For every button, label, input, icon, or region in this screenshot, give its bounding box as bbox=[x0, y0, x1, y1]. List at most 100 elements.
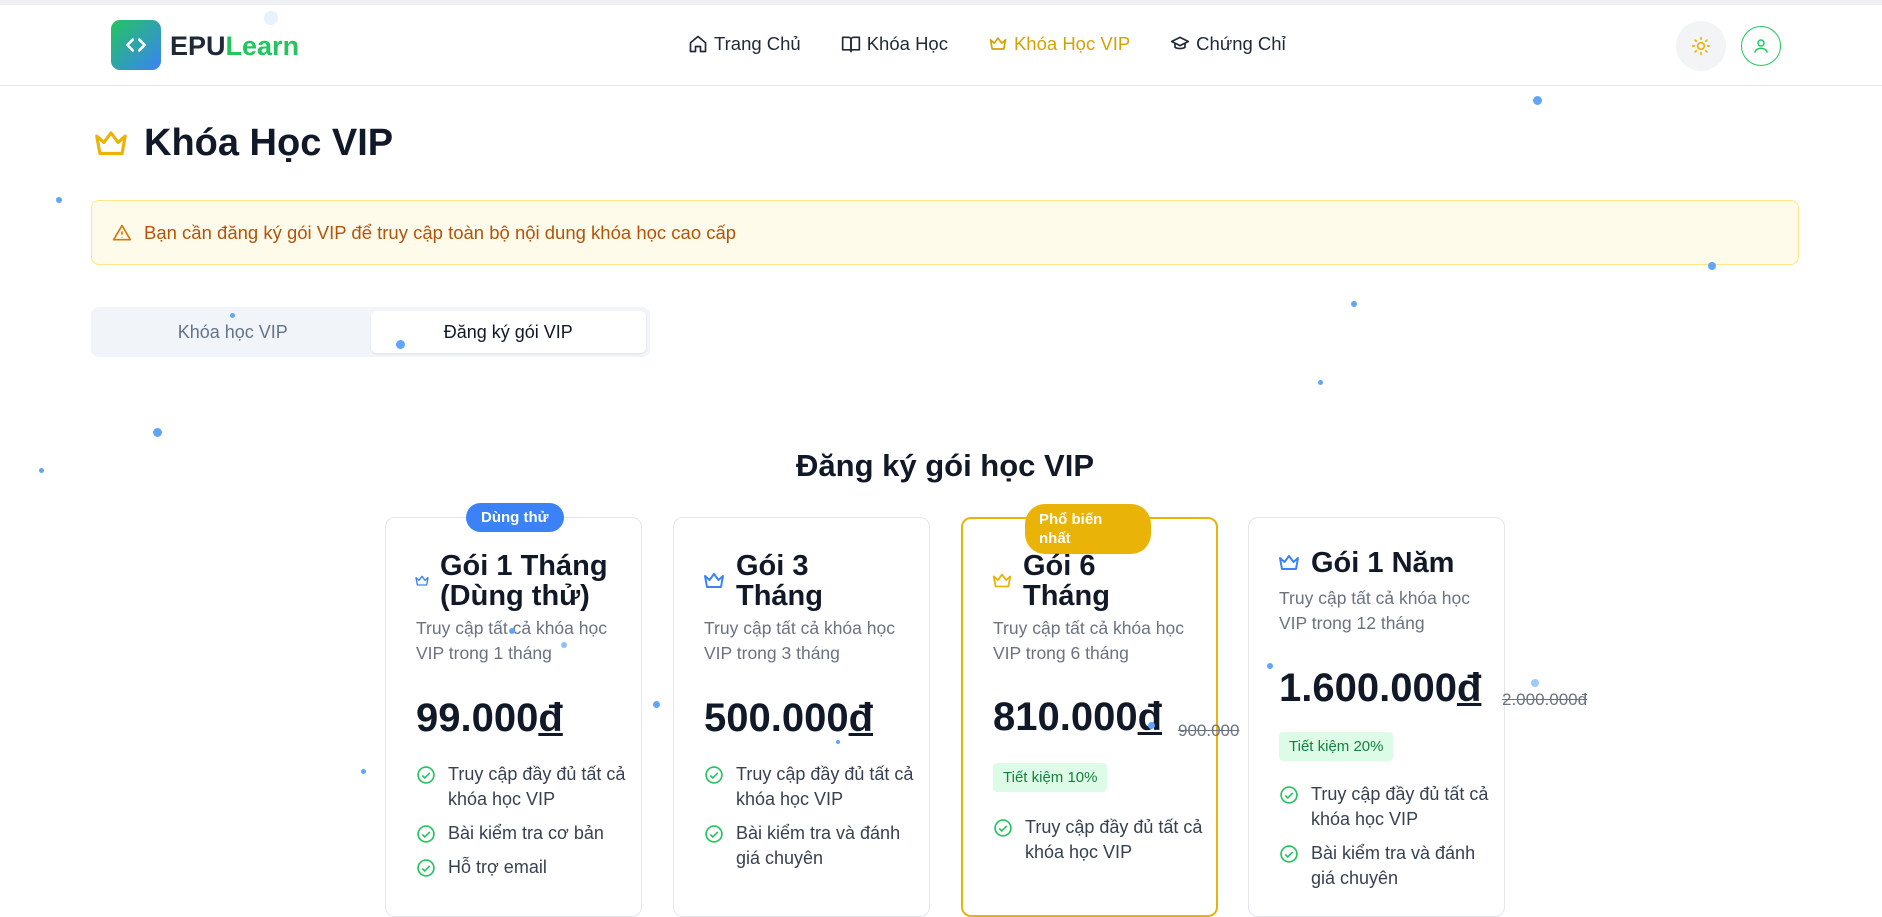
section-title: Đăng ký gói học VIP bbox=[796, 448, 1094, 483]
price-currency: đ bbox=[848, 696, 874, 740]
background-particle bbox=[396, 340, 405, 349]
background-particle bbox=[1708, 262, 1716, 270]
plan-description: Truy cập tất cả khóa học VIP trong 6 thá… bbox=[993, 618, 1184, 663]
check-circle-icon bbox=[417, 766, 435, 784]
plan-price: 500.000đ bbox=[704, 696, 873, 741]
background-particle bbox=[1533, 96, 1542, 105]
feature-list: Truy cập đầy đủ tất cả khóa học VIP Bài … bbox=[1279, 782, 1489, 900]
vip-required-alert: Bạn cần đăng ký gói VIP để truy cập toàn… bbox=[91, 200, 1799, 265]
plan-header: Gói 6 Tháng bbox=[991, 551, 1133, 611]
crown-icon bbox=[992, 573, 1012, 588]
plan-card-1-year[interactable]: Gói 1 Năm Truy cập tất cả khóa học VIP t… bbox=[1248, 517, 1587, 917]
price-currency: đ bbox=[1137, 695, 1163, 739]
crown-icon bbox=[415, 575, 429, 586]
crown-icon bbox=[989, 37, 1007, 50]
background-particle bbox=[653, 701, 660, 708]
background-particle bbox=[1531, 679, 1539, 687]
background-particle bbox=[836, 740, 840, 744]
price-currency: đ bbox=[538, 696, 563, 740]
logo-icon[interactable] bbox=[111, 20, 161, 70]
feature-text: Bài kiểm tra và đánh giá chuyên bbox=[736, 823, 901, 868]
feature-text: Truy cập đầy đủ tất cả khóa học VIP bbox=[1311, 784, 1489, 829]
plan-card-3-months[interactable]: Gói 3 Tháng Truy cập tất cả khóa học VIP… bbox=[673, 517, 930, 917]
nav-vip-courses[interactable]: Khóa Học VIP bbox=[988, 33, 1130, 55]
book-icon bbox=[841, 36, 860, 53]
plan-name: Gói 1 Năm bbox=[1311, 547, 1455, 579]
feature-text: Bài kiểm tra và đánh giá chuyên bbox=[1311, 843, 1476, 888]
price-value: 500.000 bbox=[704, 696, 849, 740]
feature-list: Truy cập đầy đủ tất cả khóa học VIP Bài … bbox=[416, 762, 626, 889]
discount-badge: Tiết kiệm 10% bbox=[993, 763, 1108, 792]
logo-text-learn: Learn bbox=[225, 31, 300, 61]
user-menu-button[interactable] bbox=[1741, 26, 1781, 66]
alert-text: Bạn cần đăng ký gói VIP để truy cập toàn… bbox=[144, 221, 737, 243]
feature-item: Bài kiểm tra cơ bản bbox=[416, 821, 626, 846]
check-circle-icon bbox=[994, 819, 1012, 837]
nav-home-label: Trang Chủ bbox=[714, 33, 801, 54]
background-particle bbox=[153, 428, 162, 437]
logo-text-epu: EPU bbox=[170, 31, 226, 61]
background-particle bbox=[509, 628, 515, 634]
feature-text: Bài kiểm tra cơ bản bbox=[448, 823, 604, 843]
plan-description: Truy cập tất cả khóa học VIP trong 12 th… bbox=[1279, 588, 1470, 633]
page-title: Khóa Học VIP bbox=[92, 122, 393, 165]
graduation-cap-icon bbox=[1171, 36, 1190, 50]
plan-description: Truy cập tất cả khóa học VIP trong 3 thá… bbox=[704, 618, 895, 663]
check-circle-icon bbox=[705, 766, 723, 784]
nav-vip-label: Khóa Học VIP bbox=[1013, 33, 1131, 54]
feature-text: Truy cập đầy đủ tất cả khóa học VIP bbox=[448, 764, 626, 809]
plan-card-6-months[interactable]: Phổ biến nhất Gói 6 Tháng Truy cập tất c… bbox=[961, 504, 1239, 917]
plan-card-1-month[interactable]: Dùng thử Gói 1 Tháng (Dùng thử) Truy cập… bbox=[385, 503, 642, 917]
logo-wordmark[interactable]: EPULearn bbox=[170, 31, 299, 62]
original-price: 2.000.000đ bbox=[1502, 690, 1588, 709]
background-particle bbox=[56, 197, 62, 203]
page-title-text: Khóa Học VIP bbox=[144, 122, 394, 164]
background-particle bbox=[1148, 722, 1155, 729]
discount-badge: Tiết kiệm 20% bbox=[1279, 732, 1394, 761]
nav-courses[interactable]: Khóa Học bbox=[841, 33, 948, 55]
background-particle bbox=[561, 642, 567, 648]
theme-toggle-button[interactable] bbox=[1676, 21, 1726, 71]
main-nav: Trang Chủ Khóa Học Khóa Học VIP Chứng Ch… bbox=[688, 33, 1286, 55]
plan-price: 1.600.000đ bbox=[1279, 666, 1481, 711]
crown-icon bbox=[1279, 555, 1299, 570]
nav-certificates-label: Chứng Chỉ bbox=[1196, 33, 1286, 54]
plan-header: Gói 3 Tháng bbox=[702, 551, 846, 611]
background-particle bbox=[361, 769, 366, 774]
price-value: 810.000 bbox=[993, 695, 1138, 739]
home-icon bbox=[689, 35, 707, 53]
crown-icon bbox=[704, 573, 724, 588]
feature-list: Truy cập đầy đủ tất cả khóa học VIP Bài … bbox=[704, 762, 914, 880]
price-currency: đ bbox=[1456, 666, 1482, 710]
feature-text: Hỗ trợ email bbox=[448, 857, 547, 877]
feature-text: Truy cập đầy đủ tất cả khóa học VIP bbox=[736, 764, 914, 809]
feature-item: Truy cập đầy đủ tất cả khóa học VIP bbox=[416, 762, 626, 812]
user-icon bbox=[1754, 39, 1768, 53]
plan-name: Gói 3 Tháng bbox=[736, 550, 823, 612]
plan-header: Gói 1 Tháng (Dùng thử) bbox=[414, 551, 620, 611]
nav-home[interactable]: Trang Chủ bbox=[688, 33, 801, 55]
background-particle bbox=[264, 11, 278, 25]
top-navbar: EPULearn Trang Chủ Khóa Học Khóa Học VIP… bbox=[0, 5, 1882, 86]
check-circle-icon bbox=[1280, 786, 1298, 804]
tab-vip-subscribe[interactable]: Đăng ký gói VIP bbox=[370, 311, 646, 353]
warning-icon bbox=[112, 224, 132, 240]
plan-header: Gói 1 Năm bbox=[1277, 548, 1501, 578]
feature-item: Hỗ trợ email bbox=[416, 855, 626, 880]
feature-item: Truy cập đầy đủ tất cả khóa học VIP bbox=[1279, 782, 1489, 832]
nav-certificates[interactable]: Chứng Chỉ bbox=[1170, 33, 1286, 55]
nav-courses-label: Khóa Học bbox=[866, 33, 948, 54]
background-particle bbox=[1318, 380, 1323, 385]
plan-name: Gói 1 Tháng (Dùng thử) bbox=[440, 550, 608, 612]
check-circle-icon bbox=[417, 825, 435, 843]
trial-badge: Dùng thử bbox=[466, 503, 564, 532]
popular-badge: Phổ biến nhất bbox=[1025, 504, 1151, 554]
background-particle bbox=[1351, 301, 1357, 307]
background-particle bbox=[39, 468, 44, 473]
plan-description: Truy cập tất cả khóa học VIP trong 1 thá… bbox=[416, 618, 607, 663]
sun-icon bbox=[1691, 36, 1711, 56]
price-value: 1.600.000 bbox=[1279, 666, 1457, 710]
feature-item: Bài kiểm tra và đánh giá chuyên bbox=[1279, 841, 1489, 891]
original-price: 900.000 bbox=[1178, 721, 1240, 740]
vip-tabs: Khóa học VIP Đăng ký gói VIP bbox=[91, 307, 650, 357]
